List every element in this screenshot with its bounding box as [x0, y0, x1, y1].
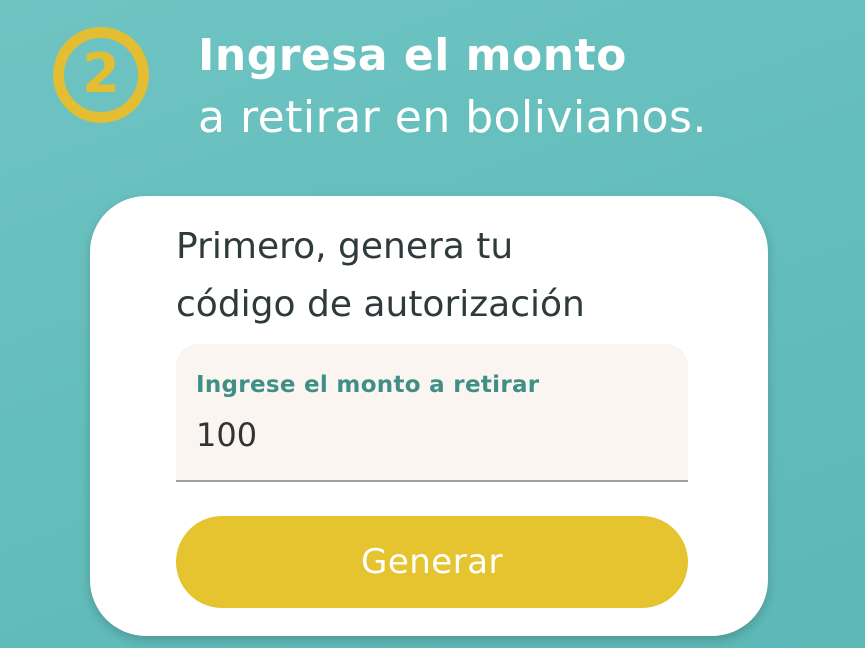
step-number-badge: 2	[53, 27, 149, 123]
amount-input-label: Ingrese el monto a retirar	[196, 372, 540, 398]
amount-input-field[interactable]: Ingrese el monto a retirar 100	[176, 344, 688, 482]
step-title-line1: Ingresa el monto	[198, 30, 627, 81]
card-heading-line1: Primero, genera tu	[176, 226, 514, 267]
generate-button[interactable]: Generar	[176, 516, 688, 608]
card-heading-line2: código de autorización	[176, 284, 585, 325]
step-number: 2	[82, 42, 120, 105]
authorization-card: Primero, genera tu código de autorizació…	[90, 196, 768, 636]
card-heading: Primero, genera tu código de autorizació…	[176, 218, 585, 334]
step-title-line2: a retirar en bolivianos.	[198, 92, 707, 143]
generate-button-label: Generar	[360, 542, 504, 582]
amount-input-value[interactable]: 100	[196, 416, 257, 454]
